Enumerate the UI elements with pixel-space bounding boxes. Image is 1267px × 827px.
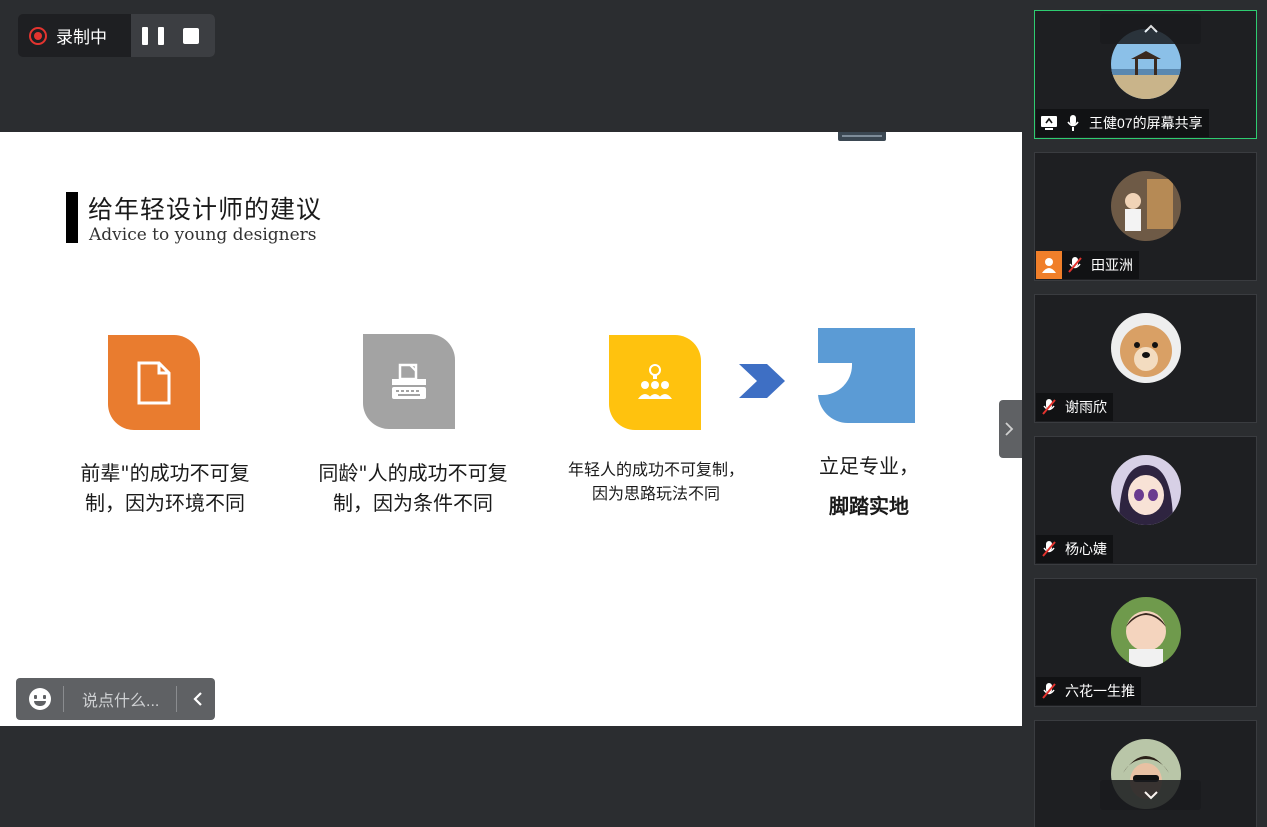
avatar xyxy=(1111,597,1181,667)
participant-name: 王健07的屏幕共享 xyxy=(1089,115,1203,131)
pause-icon[interactable] xyxy=(142,25,164,47)
participant-name: 六花一生推 xyxy=(1065,683,1135,699)
slide-title: 给年轻设计师的建议 xyxy=(88,195,323,224)
chevron-left-icon[interactable] xyxy=(189,690,207,708)
caption-2: 同龄"人的成功不可复 制，因为条件不同 xyxy=(318,461,508,515)
participant-card[interactable]: 六花一生推 xyxy=(1034,578,1257,707)
nameplate: 王健07的屏幕共享 xyxy=(1036,109,1209,137)
speech-shape-icon xyxy=(818,328,915,423)
shared-slide: 给年轻设计师的建议 Advice to young designers 前辈"的… xyxy=(0,132,1022,726)
mic-icon xyxy=(1062,112,1084,134)
participant-card[interactable]: 谢雨欣 xyxy=(1034,294,1257,423)
video-stage: 给年轻设计师的建议 Advice to young designers 前辈"的… xyxy=(0,0,1022,827)
typewriter-icon xyxy=(363,334,455,429)
mic-muted-icon xyxy=(1064,254,1086,276)
record-indicator-icon xyxy=(29,26,47,45)
mic-muted-icon xyxy=(1038,396,1060,418)
arrow-chevron-icon xyxy=(739,364,785,398)
nameplate: 谢雨欣 xyxy=(1036,393,1113,421)
team-idea-icon xyxy=(609,335,701,430)
participant-name: 谢雨欣 xyxy=(1065,399,1107,415)
slide-subtitle: Advice to young designers xyxy=(89,225,317,245)
chevron-right-icon xyxy=(1005,422,1014,436)
document-icon xyxy=(108,335,200,430)
participant-panel: 王健07的屏幕共享 田亚洲 谢雨欣 杨心婕 六花一生推 xyxy=(1022,0,1267,827)
avatar xyxy=(1111,455,1181,525)
mic-muted-icon xyxy=(1038,538,1060,560)
chat-input[interactable]: 说点什么... xyxy=(82,687,164,711)
recording-buttons xyxy=(131,14,215,57)
avatar xyxy=(1111,313,1181,383)
nameplate: 田亚洲 xyxy=(1036,251,1139,279)
divider xyxy=(176,686,177,712)
chevron-up-icon xyxy=(1143,24,1158,33)
participant-card[interactable]: 田亚洲 xyxy=(1034,152,1257,281)
chevron-down-icon xyxy=(1143,791,1158,800)
scroll-down-button[interactable] xyxy=(1100,780,1201,810)
participant-card[interactable]: 杨心婕 xyxy=(1034,436,1257,565)
nameplate: 杨心婕 xyxy=(1036,535,1113,563)
host-icon xyxy=(1036,251,1062,279)
emoji-icon[interactable] xyxy=(29,688,51,710)
recording-control: 录制中 xyxy=(18,14,215,57)
slide-toolbar-tab[interactable] xyxy=(838,132,886,141)
stop-icon[interactable] xyxy=(183,27,199,44)
participant-name: 田亚洲 xyxy=(1091,257,1133,273)
title-accent-bar xyxy=(66,192,78,243)
screen-share-icon xyxy=(1038,112,1060,134)
mic-muted-icon xyxy=(1038,680,1060,702)
recording-status: 录制中 xyxy=(56,28,107,47)
nameplate: 六花一生推 xyxy=(1036,677,1141,705)
collapse-panel-button[interactable] xyxy=(999,400,1022,458)
scroll-up-button[interactable] xyxy=(1100,14,1201,44)
caption-3: 年轻人的成功不可复制， 因为思路玩法不同 xyxy=(567,460,744,503)
participant-card[interactable] xyxy=(1034,720,1257,827)
chat-input-bar: 说点什么... xyxy=(16,678,215,720)
caption-1: 前辈"的成功不可复 制，因为环境不同 xyxy=(80,461,250,515)
divider xyxy=(63,686,64,712)
caption-4: 立足专业， 脚踏实地 xyxy=(819,454,919,518)
participant-name: 杨心婕 xyxy=(1065,541,1107,557)
avatar xyxy=(1111,171,1181,241)
